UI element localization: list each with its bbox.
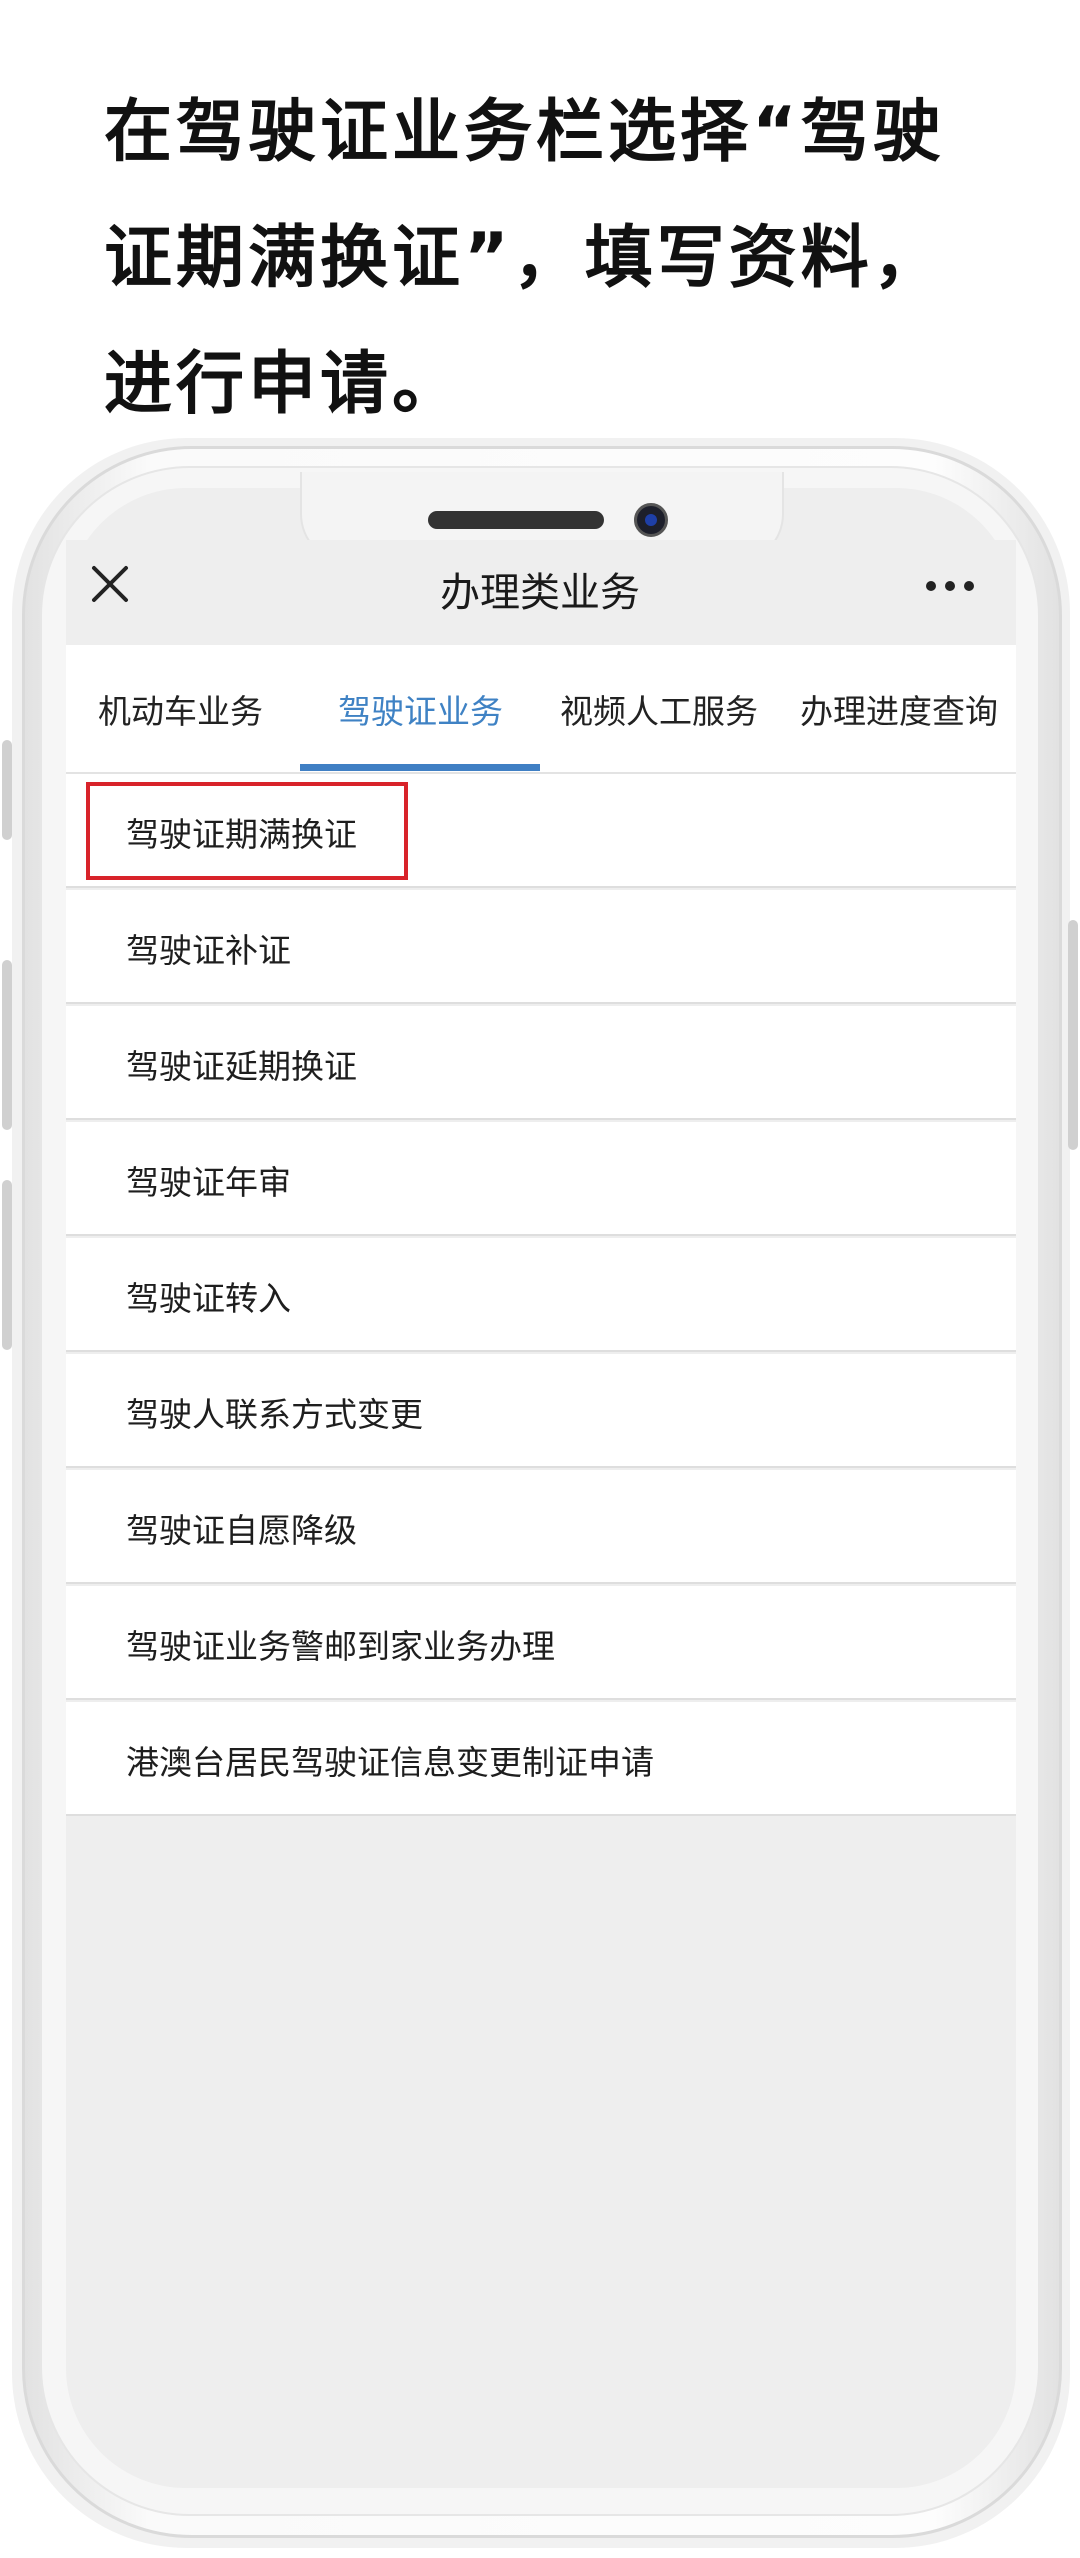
caption-line-3: 进行申请。 <box>104 345 465 424</box>
camera-icon <box>634 503 668 537</box>
phone-side-button <box>2 1180 12 1350</box>
list-item-hmt-resident-license-change[interactable]: 港澳台居民驾驶证信息变更制证申请 <box>66 1702 1016 1816</box>
list-item-license-annual-review[interactable]: 驾驶证年审 <box>66 1122 1016 1236</box>
list-item-label: 驾驶证延期换证 <box>126 1047 357 1086</box>
list-item-label: 驾驶证业务警邮到家业务办理 <box>126 1627 555 1666</box>
phone-side-button <box>2 960 12 1130</box>
list-item-label: 港澳台居民驾驶证信息变更制证申请 <box>126 1743 654 1782</box>
phone-side-button <box>1068 920 1078 1150</box>
list-item-license-transfer-in[interactable]: 驾驶证转入 <box>66 1238 1016 1352</box>
more-icon[interactable] <box>925 580 975 592</box>
phone-side-button <box>2 740 12 840</box>
list-item-license-postal-service[interactable]: 驾驶证业务警邮到家业务办理 <box>66 1586 1016 1700</box>
tab-vehicle-business[interactable]: 机动车业务 <box>98 685 263 733</box>
list-item-label: 驾驶证转入 <box>126 1279 291 1318</box>
list-item-label: 驾驶证自愿降级 <box>126 1511 357 1550</box>
instruction-caption: 在驾驶证业务栏选择“驾驶 证期满换证”，填写资料， 进行申请。 <box>104 70 1004 448</box>
tab-license-business[interactable]: 驾驶证业务 <box>338 685 503 733</box>
caption-line-2: 证期满换证”，填写资料， <box>104 219 945 298</box>
list-item-license-voluntary-downgrade[interactable]: 驾驶证自愿降级 <box>66 1470 1016 1584</box>
list-item-label: 驾驶证补证 <box>126 931 291 970</box>
tab-progress-query[interactable]: 办理进度查询 <box>800 685 998 733</box>
highlight-box <box>86 782 408 880</box>
list-item-license-reissue[interactable]: 驾驶证补证 <box>66 890 1016 1004</box>
tab-video-service[interactable]: 视频人工服务 <box>560 685 758 733</box>
page-title: 办理类业务 <box>440 570 640 616</box>
speaker-icon <box>428 511 604 529</box>
active-tab-indicator <box>300 764 540 771</box>
list-item-label: 驾驶人联系方式变更 <box>126 1395 423 1434</box>
list-item-label: 驾驶证年审 <box>126 1163 291 1202</box>
caption-line-1: 在驾驶证业务栏选择“驾驶 <box>104 93 945 172</box>
list-item-license-extension[interactable]: 驾驶证延期换证 <box>66 1006 1016 1120</box>
list-item-driver-contact-change[interactable]: 驾驶人联系方式变更 <box>66 1354 1016 1468</box>
